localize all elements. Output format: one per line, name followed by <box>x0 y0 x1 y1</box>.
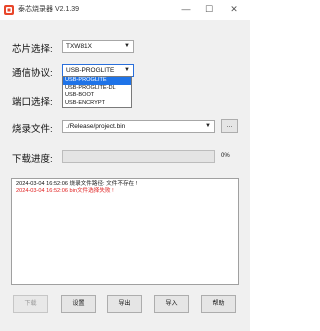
protocol-option[interactable]: USB-ENCRYPT <box>63 100 131 108</box>
log-line: 2024-03-04 16:52:06 bin文件选择失败 ! <box>16 188 114 194</box>
chevron-down-icon: ▼ <box>205 123 211 129</box>
maximize-button[interactable]: ☐ <box>200 2 218 16</box>
chip-select-value: TXW81X <box>66 43 93 50</box>
protocol-select-value: USB-PROGLITE <box>66 67 115 74</box>
port-label: 端口选择: <box>12 97 53 108</box>
progress-label: 下载进度: <box>12 154 53 165</box>
minimize-button[interactable]: — <box>177 2 195 16</box>
file-path-select[interactable]: ./Release/project.bin ▼ <box>62 120 215 133</box>
log-line: 2024-03-04 16:52:06 烧录文件路径: 文件不存在 ! <box>16 181 138 187</box>
download-button[interactable]: 下载 <box>13 295 48 313</box>
chevron-down-icon: ▼ <box>124 67 130 73</box>
chip-label: 芯片选择: <box>12 44 53 55</box>
log-output[interactable]: 2024-03-04 16:52:06 烧录文件路径: 文件不存在 ! 2024… <box>11 178 239 285</box>
close-button[interactable]: ✕ <box>225 2 243 16</box>
file-label: 烧录文件: <box>12 124 53 135</box>
chevron-down-icon: ▼ <box>124 43 130 49</box>
window-title: 泰芯烧录器 V2.1.39 <box>18 6 80 13</box>
app-logo-icon <box>4 5 14 15</box>
help-button[interactable]: 帮助 <box>201 295 236 313</box>
import-button[interactable]: 导入 <box>154 295 189 313</box>
app-window: 泰芯烧录器 V2.1.39 — ☐ ✕ 芯片选择: TXW81X ▼ 通信协议:… <box>0 0 250 331</box>
export-button[interactable]: 导出 <box>107 295 142 313</box>
protocol-label: 通信协议: <box>12 68 53 79</box>
chip-select[interactable]: TXW81X ▼ <box>62 40 134 53</box>
progress-percent: 0% <box>221 153 230 159</box>
download-progress-bar <box>62 150 215 163</box>
settings-button[interactable]: 设置 <box>61 295 96 313</box>
protocol-option[interactable]: USB-PROGLITE-DL <box>63 85 131 93</box>
protocol-dropdown-list: USB-PROGLITE USB-PROGLITE-DL USB-BOOT US… <box>62 76 132 108</box>
protocol-option[interactable]: USB-PROGLITE <box>63 77 131 85</box>
protocol-option[interactable]: USB-BOOT <box>63 92 131 100</box>
title-bar: 泰芯烧录器 V2.1.39 — ☐ ✕ <box>0 0 250 20</box>
file-path-value: ./Release/project.bin <box>66 123 126 130</box>
browse-button[interactable]: ... <box>221 119 238 133</box>
